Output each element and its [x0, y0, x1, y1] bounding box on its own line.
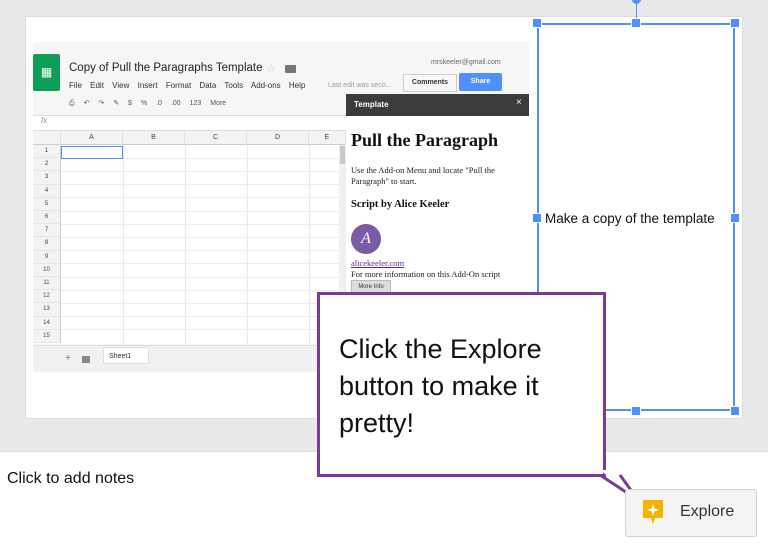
row-header: 3	[33, 171, 61, 185]
resize-handle-left[interactable]	[532, 213, 542, 223]
panel-more-text: For more information on this Add-On scri…	[351, 269, 501, 279]
grid-line	[61, 211, 346, 212]
menu-addons: Add-ons	[250, 81, 281, 90]
resize-handle-top-left[interactable]	[532, 18, 542, 28]
share-button: Share	[459, 73, 502, 91]
grid-line	[61, 277, 346, 278]
account-email: mrskeeler@gmail.com	[431, 59, 501, 66]
menu-insert: Insert	[137, 81, 158, 90]
toolbar-number-format: 123	[189, 100, 202, 107]
menu-file: File	[69, 81, 82, 90]
explore-spark-icon	[643, 500, 663, 524]
resize-handle-top-right[interactable]	[730, 18, 740, 28]
grid-line	[123, 145, 124, 344]
menu-help: Help	[288, 81, 306, 90]
menu-bar: File Edit View Insert Format Data Tools …	[69, 81, 311, 90]
grid-line	[61, 184, 346, 185]
panel-heading: Pull the Paragraph	[351, 130, 498, 150]
menu-format: Format	[165, 81, 192, 90]
template-panel-header: Template	[346, 94, 529, 116]
rotation-handle[interactable]	[632, 0, 641, 4]
row-header: 6	[33, 211, 61, 225]
grid-line	[61, 290, 346, 291]
alice-keeler-logo-icon: A	[351, 224, 381, 254]
column-header: A	[61, 131, 123, 145]
menu-data: Data	[199, 81, 217, 90]
grid-line	[309, 145, 310, 344]
row-header: 13	[33, 303, 61, 317]
row-header: 1	[33, 145, 61, 159]
row-header: 9	[33, 250, 61, 264]
sheet-tabs-bar	[33, 345, 346, 372]
resize-handle-right[interactable]	[730, 213, 740, 223]
resize-handle-bottom[interactable]	[631, 406, 641, 416]
scrollbar-thumb	[340, 146, 345, 164]
row-header: 8	[33, 237, 61, 251]
column-header: C	[185, 131, 247, 145]
corner-header	[33, 131, 61, 145]
callout-text: Click the Explore button to make it pret…	[339, 334, 542, 438]
text-box-content[interactable]: Make a copy of the template	[545, 211, 715, 226]
undo-icon: ↶	[83, 100, 90, 107]
doc-title: Copy of Pull the Paragraphs Template	[69, 62, 263, 74]
format-toolbar: ⎙ ↶ ↷ ✎ $ % .0 .00 123 More	[69, 99, 233, 108]
panel-script-by: Script by Alice Keeler	[351, 199, 450, 210]
sheets-logo-icon: ▦	[33, 54, 60, 91]
folder-icon	[285, 65, 296, 73]
explore-label[interactable]: Explore	[680, 503, 734, 521]
paint-format-icon: ✎	[113, 100, 120, 107]
row-header: 7	[33, 224, 61, 238]
column-header: D	[247, 131, 309, 145]
toolbar-decimal-decrease: .0	[156, 100, 162, 107]
panel-link: alicekeeler.com	[351, 258, 405, 268]
resize-handle-top[interactable]	[631, 18, 641, 28]
last-edit-text: Last edit was seco...	[328, 82, 392, 89]
sheet-tab-sheet1: Sheet1	[103, 347, 149, 364]
grid-line	[61, 303, 346, 304]
column-header: B	[123, 131, 185, 145]
grid-line	[61, 250, 346, 251]
resize-handle-bottom-right[interactable]	[730, 406, 740, 416]
row-header: 14	[33, 316, 61, 330]
speaker-notes-placeholder[interactable]: Click to add notes	[7, 470, 134, 488]
toolbar-decimal-increase: .00	[170, 100, 181, 107]
cell-grid: A B C D E 1 2 3 4 5 6 7 8 9 10 11 12 13 …	[33, 131, 346, 344]
grid-line	[247, 145, 248, 344]
grid-line	[61, 316, 346, 317]
menu-tools: Tools	[224, 81, 244, 90]
close-icon: ×	[516, 97, 522, 108]
print-icon: ⎙	[69, 100, 75, 107]
row-header: 12	[33, 290, 61, 304]
add-sheet-icon: +	[65, 353, 71, 364]
grid-line	[185, 145, 186, 344]
all-sheets-icon	[82, 356, 90, 363]
grid-line	[61, 237, 346, 238]
star-icon: ☆	[266, 63, 276, 75]
redo-icon: ↷	[98, 100, 105, 107]
row-header: 5	[33, 197, 61, 211]
toolbar-more: More	[210, 100, 227, 107]
grid-line	[61, 329, 346, 330]
row-header: 15	[33, 329, 61, 343]
row-header: 2	[33, 158, 61, 172]
selected-cell-a1	[61, 146, 123, 159]
toolbar-percent: %	[140, 100, 148, 107]
grid-line	[61, 197, 346, 198]
toolbar-currency: $	[128, 100, 132, 107]
grid-line	[61, 263, 346, 264]
column-header: E	[309, 131, 346, 145]
panel-instructions: Use the Add-on Menu and locate "Pull the…	[351, 165, 495, 186]
menu-view: View	[112, 81, 130, 90]
row-header: 10	[33, 263, 61, 277]
row-header: 4	[33, 184, 61, 198]
menu-edit: Edit	[90, 81, 104, 90]
fx-label: fx	[41, 116, 48, 125]
grid-line	[61, 171, 346, 172]
grid-line	[61, 224, 346, 225]
row-header: 11	[33, 277, 61, 291]
comments-button: Comments	[403, 74, 457, 92]
formula-bar	[33, 115, 346, 131]
